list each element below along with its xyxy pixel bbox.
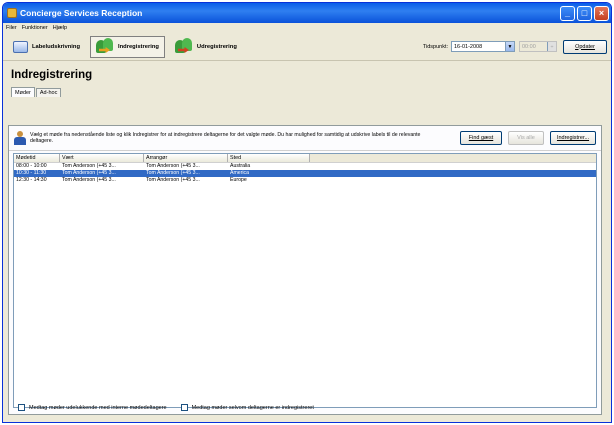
- date-value: 16-01-2008: [454, 43, 483, 50]
- vis-alle-label: Vis alle: [517, 135, 535, 141]
- maximize-button[interactable]: □: [577, 5, 592, 21]
- cell-host: Tom Anderson (+45 3...: [62, 163, 116, 169]
- time-value: 00:00: [522, 43, 536, 50]
- meetings-list[interactable]: Mødetid Vært Arrangør Sted 08:00 - 10:00…: [13, 153, 597, 408]
- internal-only-checkbox[interactable]: [18, 404, 25, 411]
- app-icon: [7, 8, 17, 18]
- include-registered-checkbox[interactable]: [180, 404, 188, 411]
- close-button[interactable]: ×: [594, 5, 609, 21]
- tab-moeder[interactable]: Møder: [11, 87, 35, 97]
- window-title: Concierge Services Reception: [20, 8, 143, 18]
- column-header-vaert[interactable]: Vært: [60, 154, 144, 162]
- page-title: Indregistrering: [11, 69, 93, 81]
- menu-funktioner[interactable]: Funktioner: [22, 25, 48, 31]
- info-bar: Vælg et møde fra nedenstående liste og k…: [9, 126, 601, 151]
- update-button[interactable]: Opdater: [563, 39, 607, 54]
- table-row[interactable]: 08:00 - 10:00 Tom Anderson (+45 3... Tom…: [14, 163, 596, 170]
- meetings-panel: Vælg et møde fra nedenstående liste og k…: [8, 125, 602, 415]
- labeludskrivning-button[interactable]: Labeludskrivning: [7, 36, 86, 58]
- checkout-icon: [174, 38, 193, 55]
- minimize-button[interactable]: _: [560, 5, 575, 21]
- cell-time: 10:30 - 11:30: [16, 170, 47, 176]
- vis-alle-button: Vis alle: [508, 131, 544, 145]
- table-row[interactable]: 10:30 - 11:30 Tom Anderson (+45 3... Tom…: [14, 170, 596, 177]
- user-icon: [14, 131, 26, 145]
- info-text: Vælg et møde fra nedenstående liste og k…: [30, 131, 421, 145]
- cell-organizer: Tom Anderson (+45 3...: [146, 177, 200, 183]
- cell-organizer: Tom Anderson (+45 3...: [146, 170, 200, 176]
- cell-organizer: Tom Anderson (+45 3...: [146, 163, 200, 169]
- list-header: Mødetid Vært Arrangør Sted: [14, 154, 596, 163]
- column-header-arrangoer[interactable]: Arrangør: [144, 154, 228, 162]
- time-picker: 00:00 ÷: [519, 41, 557, 52]
- tab-bar: Møder Ad-hoc: [3, 87, 611, 97]
- checkin-icon: [96, 38, 114, 55]
- cell-time: 12:30 - 14:30: [16, 177, 47, 183]
- cell-location: Australia: [230, 163, 251, 169]
- find-guest-label: Find gæst: [468, 135, 494, 141]
- indregistrering-button[interactable]: Indregistrering: [90, 35, 165, 58]
- cell-location: America: [230, 170, 250, 176]
- internal-only-label: Medtag møder udelukkende med interne mød…: [29, 404, 167, 411]
- labeludskrivning-label: Labeludskrivning: [32, 43, 80, 50]
- menu-bar: Filer Funktioner Hjælp: [3, 23, 611, 33]
- register-label: Indregistrer...: [556, 135, 590, 141]
- tab-adhoc[interactable]: Ad-hoc: [35, 88, 62, 97]
- footer-options: Medtag møder udelukkende med interne mød…: [18, 404, 328, 411]
- find-guest-button[interactable]: Find gæst: [460, 131, 502, 145]
- spinner-icon: ÷: [547, 42, 556, 51]
- include-registered-label: Medtag møder selvom deltagerne er indreg…: [191, 404, 314, 411]
- chevron-down-icon[interactable]: ▼: [505, 42, 514, 51]
- date-picker[interactable]: 16-01-2008 ▼: [451, 41, 515, 52]
- udregistrering-button[interactable]: Udregistrering: [169, 36, 243, 58]
- menu-hjaelp[interactable]: Hjælp: [53, 25, 67, 31]
- label-icon: [13, 40, 28, 53]
- tidspunkt-label: Tidspunkt:: [422, 43, 448, 50]
- title-bar[interactable]: Concierge Services Reception _ □ ×: [3, 3, 611, 23]
- tidspunkt-group: Tidspunkt: 16-01-2008 ▼ 00:00 ÷ Opdater: [422, 39, 607, 54]
- cell-time: 08:00 - 10:00: [16, 163, 47, 169]
- udregistrering-label: Udregistrering: [196, 43, 237, 50]
- table-row[interactable]: 12:30 - 14:30 Tom Anderson (+45 3... Tom…: [14, 177, 596, 184]
- cell-host: Tom Anderson (+45 3...: [62, 177, 116, 183]
- indregistrering-label: Indregistrering: [118, 43, 159, 50]
- cell-location: Europe: [230, 177, 247, 183]
- cell-host: Tom Anderson (+45 3...: [62, 170, 116, 176]
- column-header-moedetid[interactable]: Mødetid: [14, 154, 60, 162]
- menu-filer[interactable]: Filer: [6, 25, 17, 31]
- register-button[interactable]: Indregistrer...: [550, 131, 596, 145]
- column-header-sted[interactable]: Sted: [228, 154, 310, 162]
- toolbar: Labeludskrivning Indregistrering Udregis…: [3, 33, 611, 61]
- update-label: Opdater: [575, 43, 595, 50]
